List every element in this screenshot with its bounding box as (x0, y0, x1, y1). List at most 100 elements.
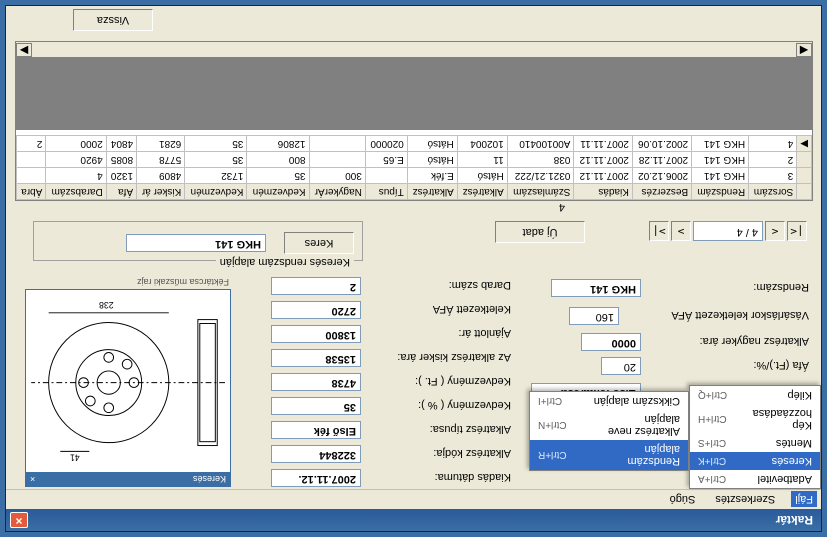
col-header[interactable]: Rendszám (692, 184, 749, 200)
keres-button[interactable]: Keres (284, 232, 354, 254)
col-header[interactable]: Kedvezmén (247, 184, 309, 200)
cell[interactable]: Hátsó (407, 136, 457, 152)
alkatresz-tipusa-field[interactable]: Első fék (271, 421, 361, 439)
kereses-alkatresz-neve[interactable]: Alkatrész neve alapján Ctrl+N (530, 410, 688, 440)
cell[interactable]: 020000 (365, 136, 407, 152)
fajl-adatbevitel[interactable]: Adatbevitel Ctrl+A (690, 470, 820, 488)
cell[interactable]: Hátsó (457, 168, 507, 184)
fajl-kereses[interactable]: Keresés Ctrl+K (690, 452, 820, 470)
nav-next-button[interactable]: > (671, 221, 691, 241)
cell[interactable]: 038 (507, 152, 574, 168)
cell[interactable]: E.fék (407, 168, 457, 184)
cell[interactable]: 2006.12.02 (632, 168, 691, 184)
cell[interactable]: HKG 141 (692, 136, 749, 152)
cell[interactable]: HKG 141 (692, 152, 749, 168)
cell[interactable]: 1732 (185, 168, 247, 184)
col-header[interactable]: Számlaszám (507, 184, 574, 200)
cell[interactable]: 5778 (137, 152, 185, 168)
menu-fajl[interactable]: Fájl (791, 492, 817, 508)
col-header[interactable]: Kisker ár (137, 184, 185, 200)
cell[interactable]: 0321.21/222 (507, 168, 574, 184)
alkatresz-kodja-field[interactable]: 322844 (271, 445, 361, 463)
col-header[interactable]: Alkatrész (407, 184, 457, 200)
cell[interactable]: 2007.11.11 (574, 136, 632, 152)
nav-first-button[interactable]: |< (787, 221, 807, 241)
nagyker-ar-field[interactable]: 0000 (581, 333, 641, 351)
cell[interactable] (309, 152, 365, 168)
afa-pct-field[interactable]: 20 (601, 357, 641, 375)
cell[interactable]: 8085 (106, 152, 136, 168)
cell[interactable]: 35 (185, 152, 247, 168)
fajl-mentes[interactable]: Mentés Ctrl+S (690, 434, 820, 452)
col-header[interactable]: Típus (365, 184, 407, 200)
cell[interactable]: 35 (247, 168, 309, 184)
fajl-kep-hozzaadasa[interactable]: Kép hozzáadása Ctrl+H (690, 404, 820, 434)
nav-last-button[interactable]: >| (649, 221, 669, 241)
cell[interactable]: 6281 (137, 136, 185, 152)
col-header[interactable]: Sorszám (749, 184, 797, 200)
search-value-field[interactable]: HKG 141 (126, 234, 266, 252)
col-header[interactable]: Ábra (17, 184, 46, 200)
table-hscrollbar[interactable]: ◀ ▶ (16, 42, 812, 58)
cell[interactable]: 1320 (106, 168, 136, 184)
cell[interactable]: 4 (749, 136, 797, 152)
col-header[interactable]: Kiadás (574, 184, 632, 200)
uj-adat-button[interactable]: Új adat (495, 221, 585, 243)
cell[interactable]: 800 (247, 152, 309, 168)
cell[interactable]: 2 (749, 152, 797, 168)
cell[interactable]: 2 (17, 136, 46, 152)
col-header[interactable]: Darabszám (46, 184, 106, 200)
cell[interactable]: 11 (457, 152, 507, 168)
scroll-right-icon[interactable]: ▶ (16, 43, 32, 57)
data-table[interactable]: Sorszám Rendszám Beszerzés Kiadás Számla… (15, 41, 813, 201)
table-row[interactable]: 2 HKG 141 2007.11.28 2007.11.12 038 11 H… (17, 152, 812, 168)
col-header[interactable]: Áfa (106, 184, 136, 200)
cell[interactable]: HKG 141 (692, 168, 749, 184)
cell[interactable]: 300 (309, 168, 365, 184)
darab-szam-field[interactable]: 2 (271, 277, 361, 295)
cell[interactable] (309, 136, 365, 152)
scroll-left-icon[interactable]: ◀ (796, 43, 812, 57)
close-icon[interactable]: × (10, 512, 28, 528)
kiadas-datuma-field[interactable]: 2007.11.12. (271, 469, 361, 487)
kedvezmeny-pct-field[interactable]: 35 (271, 397, 361, 415)
vasarlas-afa-field[interactable]: 160 (569, 307, 619, 325)
image-preview-close-icon[interactable]: × (30, 474, 35, 484)
cell[interactable]: E.65 (365, 152, 407, 168)
kereses-cikkszam[interactable]: Cikkszám alapján Ctrl+I (530, 392, 688, 410)
col-header[interactable]: Kedvezmén (185, 184, 247, 200)
vissza-button[interactable]: Vissza (73, 9, 153, 31)
kisker-ar-field[interactable]: 13538 (271, 349, 361, 367)
rendszam-field[interactable]: HKG 141 (551, 279, 641, 297)
kereses-rendszam[interactable]: Rendszám alapján Ctrl+R (530, 440, 688, 470)
cell[interactable]: 2007.11.12 (574, 168, 632, 184)
cell[interactable]: 4 (46, 168, 106, 184)
cell[interactable] (365, 168, 407, 184)
col-header[interactable]: Beszerzés (632, 184, 691, 200)
cell[interactable]: Hátsó (407, 152, 457, 168)
cell[interactable]: A00100410 (507, 136, 574, 152)
nav-prev-button[interactable]: < (765, 221, 785, 241)
menu-szerkesztes[interactable]: Szerkesztés (711, 492, 779, 508)
cell[interactable]: 4809 (137, 168, 185, 184)
cell[interactable]: 12806 (247, 136, 309, 152)
cell[interactable] (17, 152, 46, 168)
cell[interactable]: 2002.10.06 (632, 136, 691, 152)
cell[interactable]: 4920 (46, 152, 106, 168)
cell[interactable]: 3 (749, 168, 797, 184)
fajl-kilep[interactable]: Kilép Ctrl+Q (690, 386, 820, 404)
col-header[interactable]: Alkatrész (457, 184, 507, 200)
keletkezett-afa-field[interactable]: 2720 (271, 301, 361, 319)
cell[interactable]: 2007.11.28 (632, 152, 691, 168)
table-row[interactable]: ▶ 4 HKG 141 2002.10.06 2007.11.11 A00100… (17, 136, 812, 152)
cell[interactable]: 4804 (106, 136, 136, 152)
menu-sugo[interactable]: Súgó (666, 492, 700, 508)
cell[interactable]: 35 (185, 136, 247, 152)
ajanlott-ar-field[interactable]: 13800 (271, 325, 361, 343)
kedvezmeny-ft-field[interactable]: 4738 (271, 373, 361, 391)
col-header[interactable]: NagykerÁr (309, 184, 365, 200)
cell[interactable]: 102004 (457, 136, 507, 152)
cell[interactable] (17, 168, 46, 184)
cell[interactable]: 2007.11.12 (574, 152, 632, 168)
cell[interactable]: 2000 (46, 136, 106, 152)
